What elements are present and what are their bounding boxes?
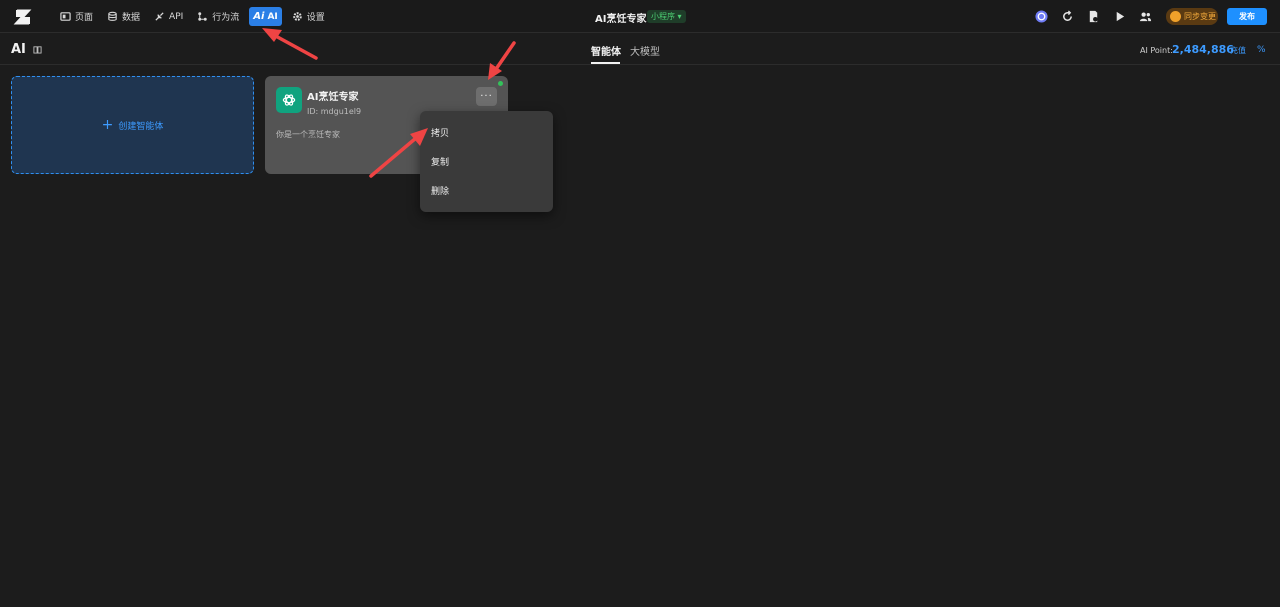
file-icon [1089,10,1098,23]
refresh-button[interactable] [1059,8,1076,25]
percent-icon[interactable]: % [1257,45,1266,55]
sub-header: AI 智能体 大模型 AI Point: 2,484,886 充值 % [0,33,1280,65]
header-actions [1033,8,1163,25]
tab-models[interactable]: 大模型 [630,43,660,58]
preview-button[interactable] [1111,8,1128,25]
book-icon[interactable] [33,45,42,54]
assistant-icon [1035,10,1048,23]
plus-icon: + [101,117,114,133]
nav-item-settings[interactable]: 设置 [288,7,329,26]
nav-label: 设置 [306,13,325,23]
nav-item-api[interactable]: API [150,7,187,26]
nav-label: API [169,11,184,22]
nav-label: 行为流 [212,13,240,23]
sync-label: 同步变更 [1184,12,1216,21]
nav-item-flow[interactable]: 行为流 [193,7,243,26]
play-icon [1116,11,1125,22]
api-icon [155,12,164,21]
agent-id: ID: mdgu1el9 [307,107,362,116]
more-options-button[interactable]: ··· [476,87,497,106]
nav-label: 数据 [122,13,141,23]
gear-icon [292,12,302,21]
nav-label: AI [267,11,278,22]
nav-item-ai[interactable]: Ai AI [249,7,282,26]
nav-label: 页面 [75,13,94,23]
assistant-button[interactable] [1033,8,1050,25]
openai-icon [276,87,302,113]
flow-icon [198,12,207,21]
app-title[interactable]: AI烹饪专家 [595,10,646,25]
status-indicator [498,81,503,86]
database-icon [108,11,117,21]
page-title: AI [11,42,26,57]
active-tab-indicator [591,62,620,64]
agent-description: 你是一个烹饪专家 [276,130,340,139]
menu-item-delete[interactable]: 删除 [431,184,449,197]
sync-changes-button[interactable]: 同步变更 [1166,8,1218,25]
ai-point-label: AI Point: [1140,46,1173,55]
agent-options-menu: 拷贝 复制 删除 [420,111,553,212]
app-type-badge[interactable]: 小程序 ▾ [647,10,686,23]
nav-item-pages[interactable]: 页面 [56,7,97,26]
menu-item-copy[interactable]: 拷贝 [431,126,449,139]
collaborators-button[interactable] [1137,8,1154,25]
create-agent-label: 创建智能体 [118,121,164,132]
page-icon [60,12,71,21]
logo-icon[interactable] [13,7,33,27]
top-navbar: 页面 数据 API 行为流 Ai AI 设置 AI烹饪专家 小程序 ▾ 同步变更… [0,0,1280,33]
tab-agents[interactable]: 智能体 [591,43,621,58]
agent-name: AI烹饪专家 [307,92,359,103]
file-button[interactable] [1085,8,1102,25]
publish-button[interactable]: 发布 [1227,8,1267,25]
recharge-link[interactable]: 充值 [1230,45,1246,56]
refresh-icon [1063,10,1072,21]
main-nav: 页面 数据 API 行为流 Ai AI 设置 [56,7,335,26]
menu-item-duplicate[interactable]: 复制 [431,155,449,168]
coin-icon [1170,11,1181,22]
nav-item-data[interactable]: 数据 [103,7,144,26]
ai-point-value: 2,484,886 [1172,43,1234,56]
users-icon [1139,12,1152,22]
create-agent-card[interactable]: + 创建智能体 [11,76,254,174]
app-type-label: 小程序 [651,12,675,21]
ai-icon: Ai [253,11,265,22]
